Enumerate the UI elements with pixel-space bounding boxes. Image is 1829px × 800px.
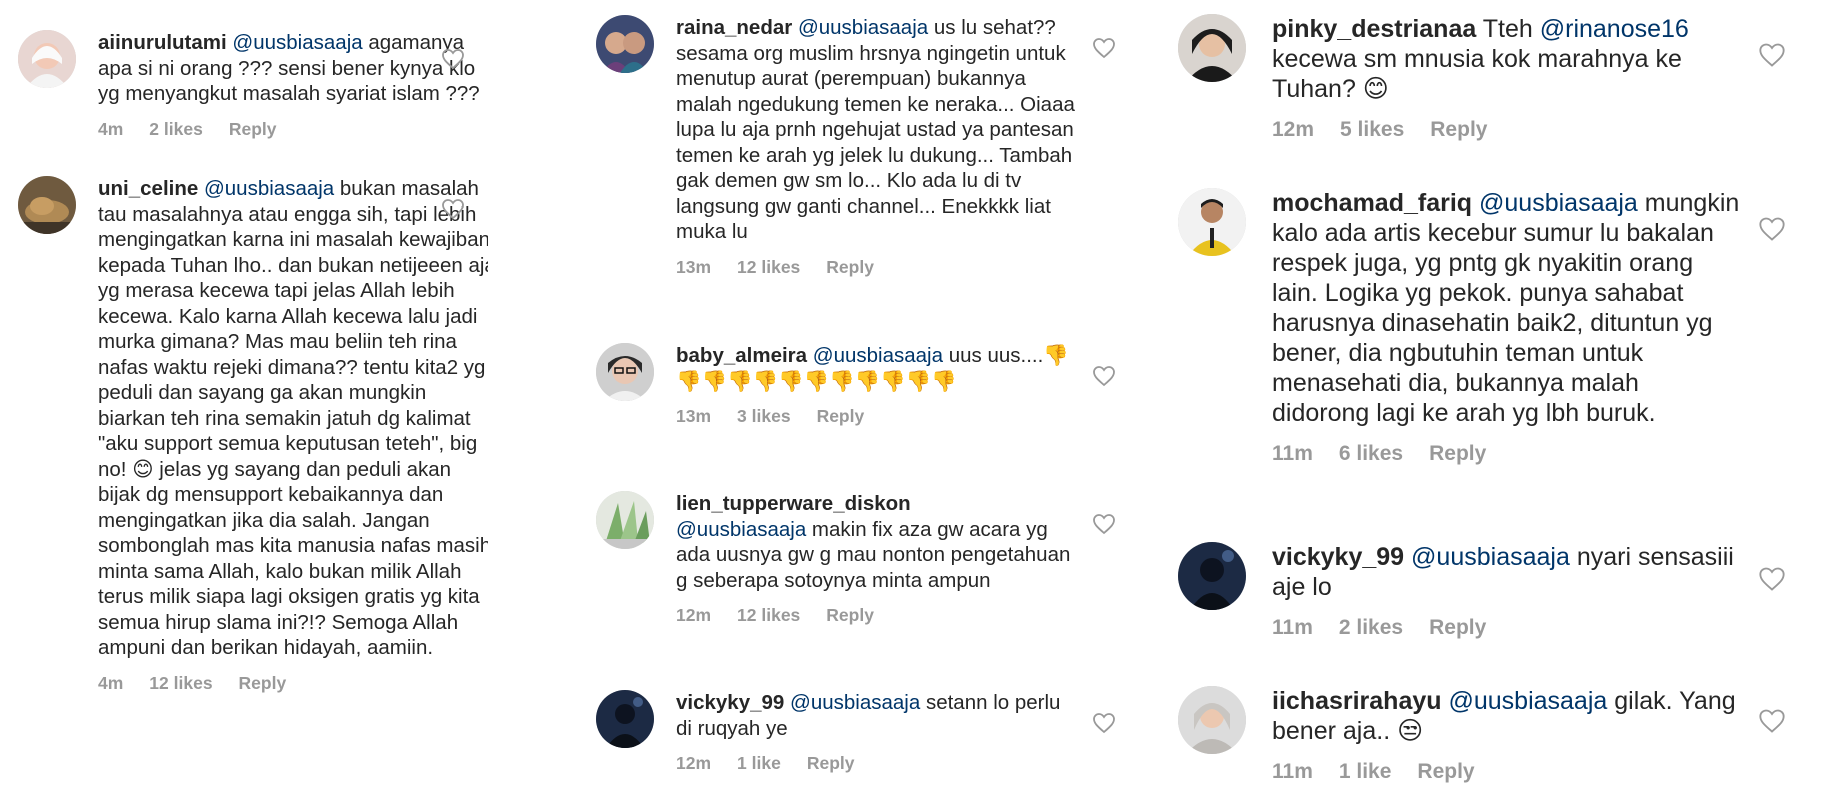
comment-likes[interactable]: 3 likes	[737, 406, 791, 426]
reply-button[interactable]: Reply	[1417, 760, 1474, 783]
comment-username[interactable]: mochamad_fariq	[1272, 189, 1472, 217]
comment-mention[interactable]: @uusbiasaaja	[676, 518, 806, 541]
comments-column-2: raina_nedar @uusbiasaaja us lu sehat??se…	[596, 0, 1136, 800]
comment-time: 11m	[1272, 760, 1313, 783]
avatar[interactable]	[1178, 542, 1246, 610]
comment-text: baby_almeira @uusbiasaaja uus uus....👎👎👎…	[676, 343, 1076, 394]
avatar[interactable]	[596, 343, 654, 401]
avatar[interactable]	[18, 176, 76, 234]
comment-text: vickyky_99 @uusbiasaaja nyari sensasiii …	[1272, 542, 1742, 602]
comment-meta: 12m 5 likes Reply	[1272, 118, 1742, 142]
comment-username[interactable]: aiinurulutami	[98, 31, 227, 54]
comment-likes[interactable]: 12 likes	[737, 605, 800, 625]
comment-body-continued: kecewa sm mnusia kok marahnya ke Tuhan? …	[1272, 45, 1682, 103]
comment-mention[interactable]: @uusbiasaaja	[790, 691, 920, 714]
comment-mention[interactable]: @uusbiasaaja	[232, 31, 362, 54]
comment-meta: 11m 2 likes Reply	[1272, 616, 1742, 640]
reply-button[interactable]: Reply	[807, 753, 855, 773]
reply-button[interactable]: Reply	[1430, 118, 1487, 141]
comment-username[interactable]: vickyky_99	[1272, 543, 1404, 571]
comment-meta: 12m 12 likes Reply	[676, 605, 1076, 626]
comment-time: 4m	[98, 672, 124, 693]
comment-username[interactable]: uni_celine	[98, 177, 198, 200]
comment-meta: 13m 3 likes Reply	[676, 406, 1076, 427]
comment-mention[interactable]: @uusbiasaaja	[813, 344, 943, 367]
avatar[interactable]	[1178, 686, 1246, 754]
reply-button[interactable]: Reply	[1429, 442, 1486, 465]
comment-likes[interactable]: 5 likes	[1340, 118, 1404, 141]
comment-body: us lu sehat??sesama org muslim hrsnya ng…	[676, 16, 1075, 243]
comment-time: 12m	[676, 605, 712, 625]
comment-likes[interactable]: 12 likes	[149, 673, 212, 693]
comment-time: 11m	[1272, 442, 1313, 465]
comment-text: lien_tupperware_diskon @uusbiasaaja maki…	[676, 491, 1076, 593]
avatar[interactable]	[1178, 188, 1246, 256]
comment-username[interactable]: vickyky_99	[676, 691, 784, 714]
comment-username[interactable]: baby_almeira	[676, 344, 807, 367]
comment-time: 12m	[1272, 118, 1315, 141]
comment-body: bukan masalah tau masalahnya atau engga …	[98, 177, 488, 659]
reply-button[interactable]: Reply	[229, 119, 277, 139]
comment-username[interactable]: pinky_destrianaa	[1272, 15, 1476, 43]
reply-button[interactable]: Reply	[1429, 616, 1486, 639]
comment-username[interactable]: iichasrirahayu	[1272, 687, 1442, 715]
comment-text: uni_celine @uusbiasaaja bukan masalah ta…	[98, 176, 488, 661]
comment-text: pinky_destrianaa Tteh @rinanose16 kecewa…	[1272, 14, 1742, 104]
avatar[interactable]	[596, 491, 654, 549]
reply-button[interactable]: Reply	[826, 257, 874, 277]
comment-likes[interactable]: 2 likes	[149, 119, 203, 139]
comment-time: 13m	[676, 256, 712, 277]
comment-mention[interactable]: @rinanose16	[1540, 15, 1689, 43]
comment-time: 12m	[676, 753, 712, 773]
comments-column-3: pinky_destrianaa Tteh @rinanose16 kecewa…	[1178, 0, 1818, 800]
avatar[interactable]	[18, 30, 76, 88]
comment-likes[interactable]: 1 like	[737, 753, 781, 773]
comment-time: 4m	[98, 118, 124, 139]
heart-icon[interactable]	[441, 198, 465, 220]
heart-icon[interactable]	[1758, 42, 1786, 68]
heart-icon[interactable]	[1092, 513, 1116, 535]
heart-icon[interactable]	[1092, 365, 1116, 387]
comment-mention[interactable]: @uusbiasaaja	[204, 177, 334, 200]
heart-icon[interactable]	[1758, 708, 1786, 734]
comment-mention[interactable]: @uusbiasaaja	[1411, 543, 1570, 571]
reply-button[interactable]: Reply	[239, 673, 287, 693]
avatar[interactable]	[596, 690, 654, 748]
comment-username[interactable]: raina_nedar	[676, 16, 792, 39]
comments-column-1: aiinurulutami @uusbiasaaja agamanya apa …	[18, 0, 488, 800]
comment-meta: 11m 6 likes Reply	[1272, 442, 1742, 466]
comment-meta: 13m 12 likes Reply	[676, 257, 1076, 278]
heart-icon[interactable]	[441, 48, 465, 70]
comment-meta: 11m 1 like Reply	[1272, 760, 1742, 784]
comment-likes[interactable]: 1 like	[1339, 760, 1392, 783]
avatar[interactable]	[1178, 14, 1246, 82]
comment-text: raina_nedar @uusbiasaaja us lu sehat??se…	[676, 15, 1076, 245]
heart-icon[interactable]	[1092, 712, 1116, 734]
reply-button[interactable]: Reply	[826, 605, 874, 625]
comment-meta: 4m 12 likes Reply	[98, 673, 488, 694]
comment-likes[interactable]: 6 likes	[1339, 442, 1403, 465]
reply-button[interactable]: Reply	[817, 406, 865, 426]
heart-icon[interactable]	[1758, 216, 1786, 242]
comment-text: mochamad_fariq @uusbiasaaja mungkin kalo…	[1272, 188, 1742, 428]
heart-icon[interactable]	[1092, 37, 1116, 59]
comment-time: 13m	[676, 406, 712, 426]
comment-mention[interactable]: @uusbiasaaja	[798, 16, 928, 39]
comment-mention[interactable]: @uusbiasaaja	[1448, 687, 1607, 715]
comment-meta: 4m 2 likes Reply	[98, 119, 488, 140]
comment-text: aiinurulutami @uusbiasaaja agamanya apa …	[98, 30, 488, 107]
comment-username[interactable]: lien_tupperware_diskon	[676, 492, 911, 515]
comment-text: iichasrirahayu @uusbiasaaja gilak. Yang …	[1272, 686, 1742, 746]
comment-meta: 12m 1 like Reply	[676, 753, 1076, 774]
avatar[interactable]	[596, 15, 654, 73]
comment-body: Tteh	[1476, 15, 1540, 43]
comment-mention[interactable]: @uusbiasaaja	[1479, 189, 1638, 217]
heart-icon[interactable]	[1758, 566, 1786, 592]
comment-text: vickyky_99 @uusbiasaaja setann lo perlu …	[676, 690, 1076, 741]
comment-time: 11m	[1272, 616, 1313, 639]
comment-likes[interactable]: 2 likes	[1339, 616, 1403, 639]
comment-likes[interactable]: 12 likes	[737, 257, 800, 277]
comment-body: mungkin kalo ada artis kecebur sumur lu …	[1272, 189, 1740, 427]
